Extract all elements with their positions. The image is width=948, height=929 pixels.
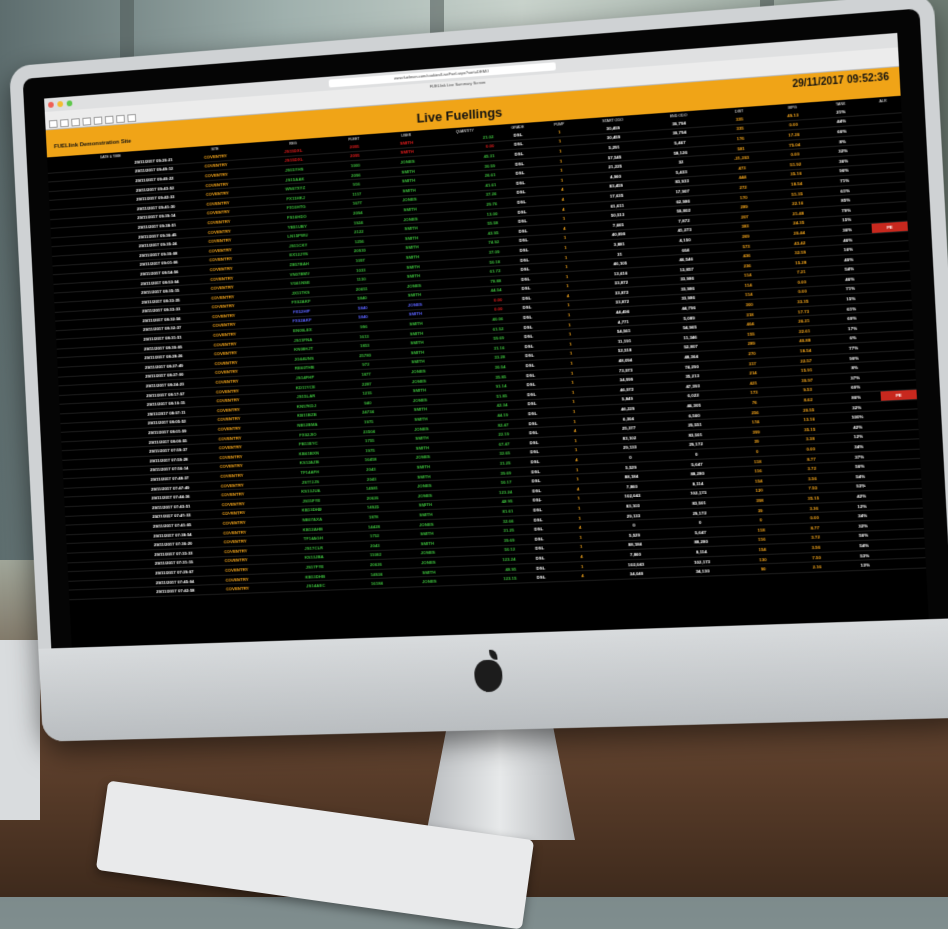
cell-grade: DSL — [518, 572, 564, 583]
fuellings-table: DATE & TIME SITE REG FLEET USER QUANTITY GRADE… — [47, 96, 926, 600]
toolbar-button[interactable] — [127, 114, 136, 122]
toolbar-button[interactable] — [49, 120, 58, 128]
close-button[interactable] — [48, 102, 54, 108]
cell-reg: JS14AEC — [278, 580, 353, 592]
cell-alert — [890, 558, 927, 569]
apple-leaf — [489, 650, 497, 660]
cell-quantity: 123.15 — [457, 573, 518, 585]
minimize-button[interactable] — [57, 101, 63, 107]
zoom-button[interactable] — [67, 100, 73, 106]
toolbar-button[interactable] — [105, 116, 114, 124]
laptop-edge — [0, 640, 40, 820]
toolbar-button[interactable] — [60, 119, 69, 127]
cell-start-odo: 34,040 — [602, 568, 672, 580]
cell-pump: 4 — [564, 570, 603, 581]
toolbar-button[interactable] — [94, 116, 103, 124]
apple-logo — [474, 659, 503, 692]
cell-distance: 90 — [733, 563, 793, 575]
screen-bezel: www.fuelmon.com/cookies/LiveFuel.aspx?so… — [23, 8, 948, 648]
cell-fleet: 16184 — [353, 578, 402, 589]
table-body: 29/11/2017 09:20:21 COVENTRY JS15DXL 2095 SM… — [47, 103, 926, 600]
screen: www.fuelmon.com/cookies/LiveFuel.aspx?so… — [44, 33, 929, 657]
toolbar-button[interactable] — [71, 118, 80, 126]
imac-monitor: www.fuelmon.com/cookies/LiveFuel.aspx?so… — [9, 0, 948, 742]
toolbar-button[interactable] — [116, 115, 125, 123]
cell-mpg: 2.16 — [793, 561, 841, 573]
cell-user: JONES — [401, 576, 458, 588]
toolbar-button[interactable] — [82, 117, 91, 125]
cell-tank: 13% — [841, 559, 890, 571]
cell-end-odo: 34,130 — [671, 565, 734, 577]
cell-site: COVENTRY — [196, 582, 279, 594]
